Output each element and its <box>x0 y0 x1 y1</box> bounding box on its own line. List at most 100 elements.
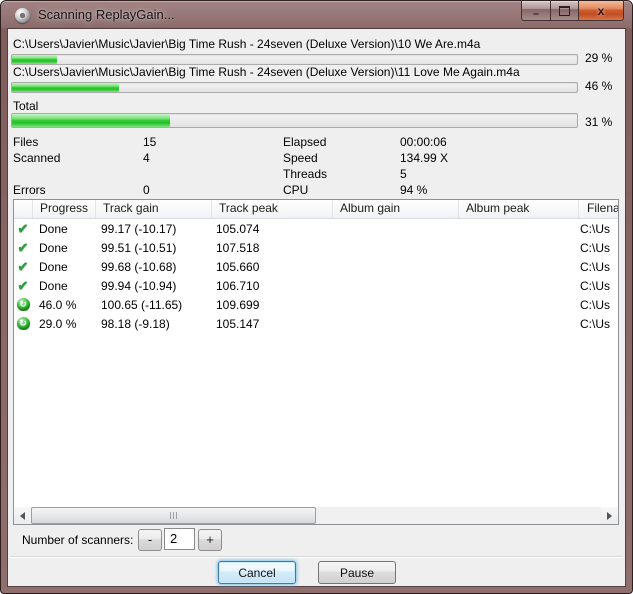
file-percent-2: 46 % <box>585 79 613 93</box>
footer-separator <box>10 556 623 558</box>
stat-speed-value: 134.99 X <box>400 151 449 165</box>
file-progressbar-1-fill <box>12 55 58 64</box>
row-track-peak: 109.699 <box>216 297 260 312</box>
table-row[interactable]: ✔ ↻ Done 99.17 (-10.17) 105.074 C:\Us <box>14 219 618 238</box>
column-header-album-gain[interactable]: Album gain <box>333 200 459 218</box>
column-header-track-peak[interactable]: Track peak <box>212 200 333 218</box>
row-status-cell: ✔ ↻ <box>14 278 32 294</box>
row-status-cell: ✔ ↻ <box>14 317 32 330</box>
window-controls: – x <box>521 0 624 21</box>
title-bar[interactable]: Scanning ReplayGain... – x <box>1 0 632 29</box>
row-progress: 29.0 % <box>39 316 77 331</box>
scanners-label: Number of scanners: <box>22 533 134 547</box>
row-status-cell: ✔ ↻ <box>14 221 32 237</box>
horizontal-scrollbar[interactable] <box>14 507 618 524</box>
stat-files-value: 15 <box>143 135 157 149</box>
stat-elapsed-label: Elapsed <box>283 135 327 149</box>
done-check-icon: ✔ <box>17 258 29 274</box>
done-check-icon: ✔ <box>17 220 29 236</box>
stat-threads-label: Threads <box>283 167 328 181</box>
row-track-gain: 99.68 (-10.68) <box>101 259 177 274</box>
increase-scanners-button[interactable]: + <box>198 529 222 551</box>
file-percent-1: 29 % <box>585 51 613 65</box>
scrollbar-thumb[interactable] <box>31 507 316 524</box>
stat-files-label: Files <box>13 135 39 149</box>
row-filename: C:\Us <box>580 221 610 236</box>
stat-scanned-value: 4 <box>143 151 150 165</box>
row-filename: C:\Us <box>580 297 610 312</box>
stat-speed-label: Speed <box>283 151 318 165</box>
stat-threads-value: 5 <box>400 167 407 181</box>
dialog-window: Scanning ReplayGain... – x C:\Users\Javi… <box>0 0 633 594</box>
maximize-icon <box>559 5 570 16</box>
scroll-right-button[interactable] <box>601 507 618 524</box>
total-label: Total <box>13 99 39 113</box>
row-track-gain: 99.51 (-10.51) <box>101 240 177 255</box>
row-status-cell: ✔ ↻ <box>14 259 32 275</box>
column-header-track-gain[interactable]: Track gain <box>96 200 212 218</box>
stat-errors-value: 0 <box>143 183 150 197</box>
scanning-spinner-icon: ↻ <box>16 317 30 330</box>
file-path-1: C:\Users\Javier\Music\Javier\Big Time Ru… <box>13 37 481 51</box>
row-progress: 46.0 % <box>39 297 77 312</box>
row-filename: C:\Us <box>580 316 610 331</box>
minimize-button[interactable]: – <box>521 0 550 21</box>
scroll-right-icon <box>607 511 616 520</box>
row-track-gain: 99.94 (-10.94) <box>101 278 177 293</box>
table-row[interactable]: ✔ ↻ Done 99.51 (-10.51) 107.518 C:\Us <box>14 238 618 257</box>
row-track-peak: 105.074 <box>216 221 260 236</box>
row-progress: Done <box>39 278 68 293</box>
disc-icon <box>15 8 30 23</box>
dialog-body: C:\Users\Javier\Music\Javier\Big Time Ru… <box>7 28 626 587</box>
column-header-progress[interactable]: Progress <box>33 200 96 218</box>
stat-elapsed-value: 00:00:06 <box>400 135 447 149</box>
row-track-peak: 106.710 <box>216 278 260 293</box>
row-progress: Done <box>39 259 68 274</box>
row-filename: C:\Us <box>580 259 610 274</box>
row-progress: Done <box>39 221 68 236</box>
file-progressbar-2 <box>11 82 578 93</box>
window-title: Scanning ReplayGain... <box>38 7 175 22</box>
file-path-2: C:\Users\Javier\Music\Javier\Big Time Ru… <box>13 65 520 79</box>
maximize-button[interactable] <box>550 0 579 21</box>
total-percent: 31 % <box>585 115 613 129</box>
row-track-gain: 98.18 (-9.18) <box>101 316 170 331</box>
row-filename: C:\Us <box>580 278 610 293</box>
close-icon: x <box>597 3 605 18</box>
stat-errors-label: Errors <box>13 183 46 197</box>
decrease-scanners-button[interactable]: - <box>138 529 162 551</box>
table-row[interactable]: ✔ ↻ Done 99.68 (-10.68) 105.660 C:\Us <box>14 257 618 276</box>
total-progressbar <box>11 113 578 128</box>
results-listview: Progress Track gain Track peak Album gai… <box>13 199 619 525</box>
scroll-left-button[interactable] <box>14 507 31 524</box>
stat-cpu-label: CPU <box>283 183 309 197</box>
stat-scanned-label: Scanned <box>13 151 61 165</box>
table-row[interactable]: ✔ ↻ 46.0 % 100.65 (-11.65) 109.699 C:\Us <box>14 295 618 314</box>
row-track-gain: 100.65 (-11.65) <box>101 297 183 312</box>
listview-header: Progress Track gain Track peak Album gai… <box>14 200 618 219</box>
column-header-icon[interactable] <box>14 200 33 218</box>
row-track-peak: 105.660 <box>216 259 260 274</box>
row-progress: Done <box>39 240 68 255</box>
scanning-spinner-icon: ↻ <box>16 298 30 311</box>
row-filename: C:\Us <box>580 240 610 255</box>
scroll-left-icon <box>16 511 25 520</box>
column-header-filename[interactable]: Filena <box>579 200 618 218</box>
row-track-peak: 107.518 <box>216 240 260 255</box>
cancel-button[interactable]: Cancel <box>218 561 296 584</box>
close-button[interactable]: x <box>579 0 624 21</box>
row-track-gain: 99.17 (-10.17) <box>101 221 177 236</box>
file-progressbar-2-fill <box>12 83 120 92</box>
table-row[interactable]: ✔ ↻ 29.0 % 98.18 (-9.18) 105.147 C:\Us <box>14 314 618 333</box>
pause-button[interactable]: Pause <box>318 561 396 584</box>
column-header-album-peak[interactable]: Album peak <box>459 200 579 218</box>
table-row[interactable]: ✔ ↻ Done 99.94 (-10.94) 106.710 C:\Us <box>14 276 618 295</box>
scanners-count-field[interactable]: 2 <box>164 528 195 550</box>
total-progressbar-fill <box>12 114 171 127</box>
stat-cpu-value: 94 % <box>400 183 428 197</box>
done-check-icon: ✔ <box>17 239 29 255</box>
file-progressbar-1 <box>11 54 578 65</box>
done-check-icon: ✔ <box>17 277 29 293</box>
row-status-cell: ✔ ↻ <box>14 298 32 311</box>
minimize-icon: – <box>532 7 540 20</box>
